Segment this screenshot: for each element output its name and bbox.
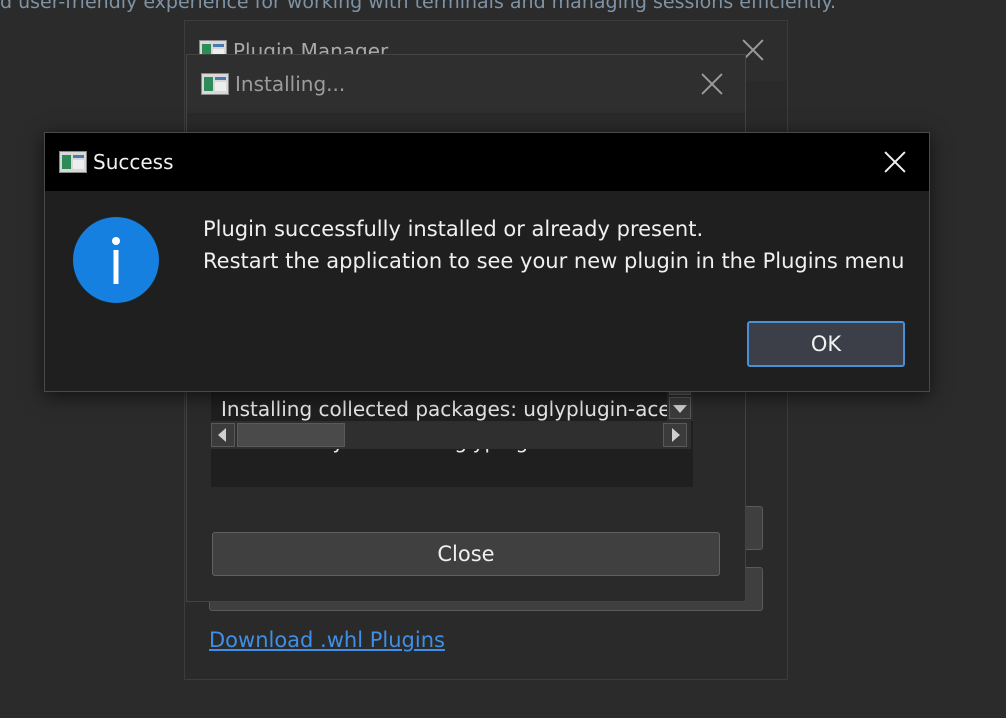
info-icon bbox=[73, 217, 159, 303]
installing-close-icon[interactable] bbox=[700, 72, 724, 96]
success-message-line-1: Plugin successfully installed or already… bbox=[203, 217, 704, 241]
app-icon bbox=[201, 73, 229, 95]
scroll-left-arrow-icon[interactable] bbox=[211, 423, 235, 447]
app-icon bbox=[59, 151, 87, 173]
horizontal-scroll-thumb[interactable] bbox=[237, 423, 345, 447]
download-plugins-link[interactable]: Download .whl Plugins bbox=[209, 628, 445, 652]
scroll-down-arrow-icon[interactable] bbox=[669, 397, 691, 419]
success-titlebar: Success bbox=[45, 133, 929, 191]
background-app-text: d user-friendly experience for working w… bbox=[0, 0, 837, 13]
success-dialog: Success Plugin successfully installed or… bbox=[44, 132, 930, 392]
close-button[interactable]: Close bbox=[212, 532, 720, 576]
installing-titlebar: Installing... bbox=[187, 55, 745, 113]
success-message-line-2: Restart the application to see your new … bbox=[203, 249, 905, 273]
success-close-icon[interactable] bbox=[883, 150, 907, 174]
success-title: Success bbox=[93, 150, 174, 174]
installing-title: Installing... bbox=[235, 72, 346, 96]
scroll-right-arrow-icon[interactable] bbox=[663, 423, 687, 447]
log-line: Installing collected packages: uglyplugi… bbox=[221, 397, 671, 421]
ok-button[interactable]: OK bbox=[747, 321, 905, 367]
horizontal-scrollbar[interactable] bbox=[211, 421, 691, 449]
